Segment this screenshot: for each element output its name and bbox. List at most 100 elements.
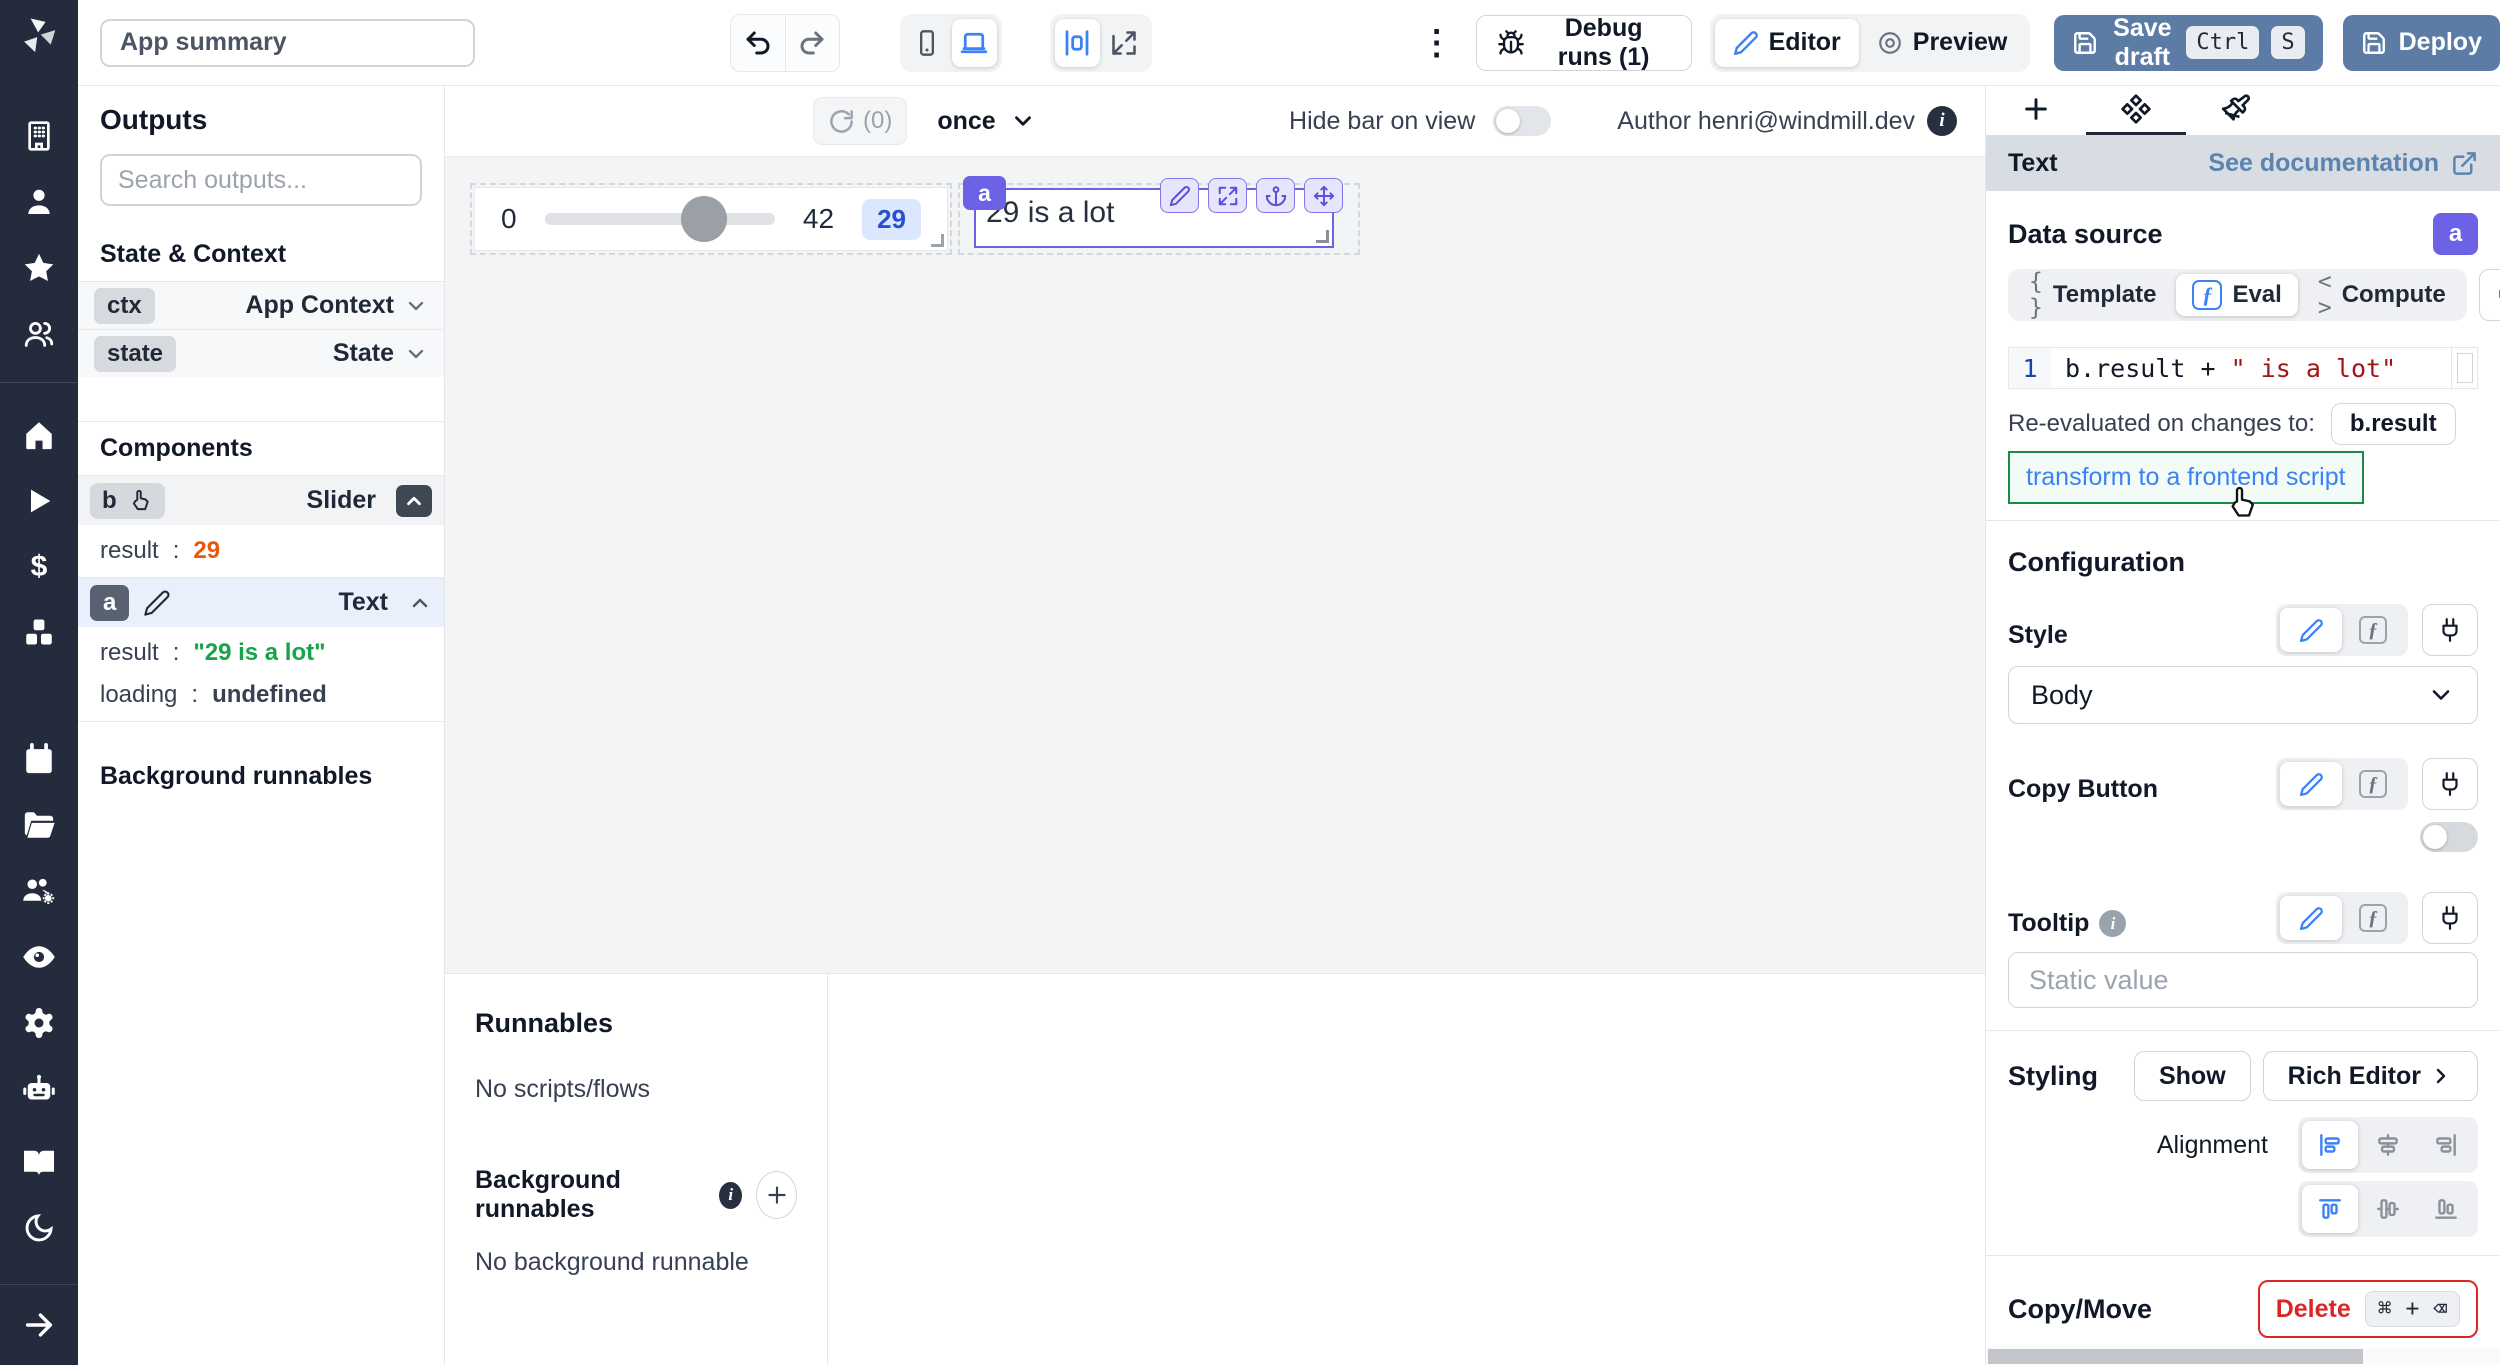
connect-plug-button[interactable] <box>2479 269 2500 321</box>
resize-handle[interactable] <box>1316 230 1329 243</box>
text-component-selected[interactable]: a 29 is a lot <box>974 188 1334 248</box>
resize-handle[interactable] <box>931 234 944 247</box>
docs-book-icon[interactable] <box>0 1136 78 1188</box>
tooltip-connect-button[interactable] <box>2422 892 2478 944</box>
app-summary-input[interactable] <box>100 19 475 67</box>
copy-button-connect-button[interactable] <box>2422 758 2478 810</box>
rich-editor-button[interactable]: Rich Editor <box>2263 1051 2478 1101</box>
redo-button[interactable] <box>785 15 839 71</box>
styling-show-button[interactable]: Show <box>2134 1051 2251 1101</box>
tab-template[interactable]: { }Template <box>2013 274 2172 316</box>
canvas-grid[interactable]: 0 42 29 a 29 is a lot <box>445 157 1985 973</box>
variables-dollar-icon[interactable]: $ <box>0 541 78 593</box>
anchor-component-button[interactable] <box>1256 178 1295 213</box>
search-outputs-input[interactable] <box>100 154 422 206</box>
tab-global-styling[interactable] <box>2186 86 2286 135</box>
tooltip-eval-button[interactable]: ƒ <box>2342 896 2404 940</box>
ai-bot-icon[interactable] <box>0 1063 78 1115</box>
resources-boxes-icon[interactable] <box>0 607 78 659</box>
settings-gear-icon[interactable] <box>0 997 78 1049</box>
tab-preview[interactable]: Preview <box>1859 19 2026 67</box>
align-center-h-button[interactable] <box>2360 1121 2416 1169</box>
align-center-v-button[interactable] <box>2360 1185 2416 1233</box>
favorites-star-icon[interactable] <box>0 242 78 294</box>
code-string-literal[interactable]: " is a lot" <box>2231 354 2397 383</box>
style-eval-button[interactable]: ƒ <box>2342 608 2404 652</box>
component-b-id-pill[interactable]: b <box>90 483 165 519</box>
copy-button-eval-button[interactable]: ƒ <box>2342 762 2404 806</box>
tab-component-settings[interactable] <box>2086 86 2186 135</box>
component-a-id-badge[interactable]: a <box>90 585 129 621</box>
grid-cell-text[interactable]: a 29 is a lot <box>958 183 1360 255</box>
slider-result-field[interactable]: result: 29 <box>78 525 444 577</box>
save-draft-button[interactable]: Save draft Ctrl S <box>2054 15 2322 71</box>
deploy-button[interactable]: Deploy <box>2343 15 2500 71</box>
refresh-button[interactable]: (0) <box>813 97 907 145</box>
folders-icon[interactable] <box>0 799 78 851</box>
dark-mode-moon-icon[interactable] <box>0 1202 78 1254</box>
style-select[interactable]: Body <box>2008 666 2478 724</box>
align-right-button[interactable] <box>2418 1121 2474 1169</box>
mobile-view-button[interactable] <box>905 19 950 67</box>
component-row-text-a[interactable]: a Text <box>78 577 444 627</box>
fullscreen-canvas-button[interactable] <box>1102 19 1147 67</box>
copy-button-toggle[interactable] <box>2420 822 2478 852</box>
run-mode-select[interactable]: once <box>937 107 1035 136</box>
see-documentation-link[interactable]: See documentation <box>2208 149 2478 178</box>
text-result-field[interactable]: result: "29 is a lot" <box>78 627 444 679</box>
horizontal-scrollbar[interactable] <box>1986 1348 2500 1365</box>
hide-bar-toggle[interactable] <box>1493 106 1551 136</box>
eval-code-editor[interactable]: 1 b.result + " is a lot" <box>2008 347 2478 389</box>
tab-editor[interactable]: Editor <box>1715 19 1859 67</box>
desktop-view-button[interactable] <box>952 19 997 67</box>
audit-eye-icon[interactable] <box>0 931 78 983</box>
align-top-button[interactable] <box>2302 1185 2358 1233</box>
edit-component-button[interactable] <box>1160 178 1199 213</box>
slider-track[interactable] <box>545 213 775 225</box>
copy-button-static-button[interactable] <box>2280 762 2342 806</box>
slider-component[interactable]: 0 42 29 <box>474 187 948 251</box>
workers-users-gear-icon[interactable] <box>0 865 78 917</box>
style-static-button[interactable] <box>2280 608 2342 652</box>
text-loading-field[interactable]: loading: undefined <box>78 679 444 722</box>
output-row-state[interactable]: state State <box>78 329 444 377</box>
workspace-building-icon[interactable] <box>0 110 78 162</box>
collapse-arrow-right-icon[interactable] <box>0 1299 78 1351</box>
output-row-ctx[interactable]: ctx App Context <box>78 281 444 329</box>
home-icon[interactable] <box>0 409 78 461</box>
tooltip-info-icon[interactable]: i <box>2099 910 2126 937</box>
tab-eval[interactable]: ƒEval <box>2176 274 2297 316</box>
align-left-button[interactable] <box>2302 1121 2358 1169</box>
move-component-button[interactable] <box>1304 178 1343 213</box>
component-row-slider-b[interactable]: b Slider <box>78 475 444 525</box>
code-expression[interactable]: b.result + <box>2065 354 2231 383</box>
runs-play-icon[interactable] <box>0 475 78 527</box>
schedules-calendar-icon[interactable] <box>0 733 78 785</box>
user-icon[interactable] <box>0 176 78 228</box>
tab-compute[interactable]: < >Compute <box>2302 274 2462 316</box>
add-background-runnable-button[interactable] <box>756 1171 797 1219</box>
author-info-icon[interactable]: i <box>1927 106 1957 136</box>
center-canvas-button[interactable] <box>1055 19 1100 67</box>
groups-icon[interactable] <box>0 308 78 360</box>
background-runnables-info-icon[interactable]: i <box>719 1182 742 1209</box>
windmill-logo-icon[interactable] <box>18 14 60 56</box>
tooltip-static-button[interactable] <box>2280 896 2342 940</box>
style-connect-button[interactable] <box>2422 604 2478 656</box>
collapse-slider-button[interactable] <box>396 485 432 517</box>
expand-component-button[interactable] <box>1208 178 1247 213</box>
slider-handle[interactable] <box>681 196 727 242</box>
undo-button[interactable] <box>731 15 785 71</box>
delete-component-button[interactable]: Delete ⌘ + ⌫ <box>2258 1280 2478 1338</box>
tab-insert-component[interactable] <box>1986 86 2086 135</box>
editor-scroll-gutter[interactable] <box>2451 348 2477 388</box>
more-options-kebab-menu[interactable]: ⋮ <box>1420 26 1454 60</box>
dependency-pill[interactable]: b.result <box>2331 403 2456 445</box>
debug-runs-button[interactable]: Debug runs (1) <box>1476 15 1692 71</box>
tooltip-input[interactable] <box>2008 952 2478 1008</box>
align-bottom-button[interactable] <box>2418 1185 2474 1233</box>
scrollbar-thumb[interactable] <box>1988 1349 2363 1364</box>
transform-frontend-script-link[interactable]: transform to a frontend script <box>2026 463 2346 492</box>
grid-cell-slider[interactable]: 0 42 29 <box>470 183 952 255</box>
transform-frontend-script-box[interactable]: transform to a frontend script <box>2008 451 2364 504</box>
